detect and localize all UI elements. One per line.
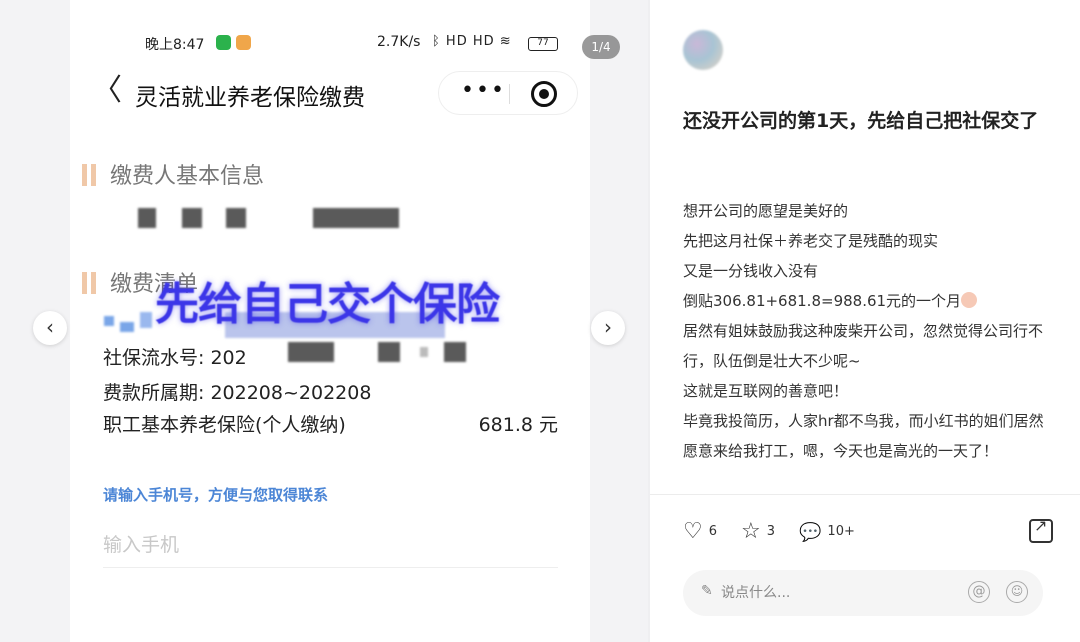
period-row: 费款所属期: 202208~202208	[103, 378, 371, 405]
collect-button[interactable]: ☆ 3	[741, 517, 775, 547]
network-speed: 2.7K/s	[377, 34, 421, 50]
section-payer-info-label: 缴费人基本信息	[110, 164, 265, 189]
mini-program-navbar: 〈 灵活就业养老保险缴费 •••	[70, 66, 590, 118]
post-line: 又是一分钱收入没有	[683, 262, 819, 280]
collect-count: 3	[766, 524, 776, 539]
period-value: 202208~202208	[210, 382, 372, 404]
share-icon[interactable]	[1029, 516, 1053, 543]
section-accent-bar	[91, 272, 96, 294]
status-bar: 晚上8:47 2.7K/s ᛒ HD HD ≋ 77	[70, 30, 590, 56]
comment-box[interactable]: ✎ @ ☺	[683, 570, 1043, 616]
pen-icon: ✎	[701, 583, 713, 599]
post-title: 还没开公司的第1天，先给自己把社保交了	[683, 110, 1039, 132]
heart-icon: ♡	[683, 519, 703, 544]
serial-number-label: 社保流水号:	[103, 347, 205, 369]
at-icon[interactable]: @	[968, 581, 990, 603]
redacted-block	[226, 208, 246, 228]
screen: 晚上8:47 2.7K/s ᛒ HD HD ≋ 77 〈 灵活就业养老保险缴费 …	[0, 0, 1080, 642]
phone-number-input[interactable]	[103, 522, 558, 568]
phone-hint: 请输入手机号，方便与您取得联系	[103, 486, 329, 504]
redacted-block	[288, 342, 334, 362]
back-arrow-icon[interactable]: 〈	[92, 76, 122, 106]
avatar[interactable]	[683, 30, 723, 70]
comment-input[interactable]	[721, 580, 941, 606]
overlay-caption: 先给自己交个保险	[155, 279, 500, 330]
like-button[interactable]: ♡ 6	[683, 517, 717, 547]
battery-icon: 77	[528, 37, 558, 51]
serial-number-value: 202	[210, 347, 247, 369]
emoji-icon	[961, 292, 978, 308]
pension-amount: 681.8 元	[478, 414, 558, 436]
chevron-left-icon[interactable]: ‹	[33, 311, 67, 345]
like-count: 6	[708, 524, 718, 539]
post-line: 居然有姐妹鼓励我这种废柴开公司，忽然觉得公司行不行，队伍倒是壮大不少呢~	[683, 322, 1044, 370]
close-target-icon[interactable]	[531, 81, 557, 107]
chevron-right-icon[interactable]: ›	[591, 311, 625, 345]
post-panel: 还没开公司的第1天，先给自己把社保交了 想开公司的愿望是美好的 先把这月社保＋养…	[650, 0, 1080, 642]
redacted-block	[444, 342, 466, 362]
section-accent-bar	[82, 164, 87, 186]
app-notification-icon	[236, 35, 251, 50]
post-line: 这就是互联网的善意吧！	[683, 382, 849, 400]
signal-wifi-icon: ᛒ HD HD ≋	[432, 34, 512, 49]
redacted-block	[313, 208, 399, 228]
image-viewer: 晚上8:47 2.7K/s ᛒ HD HD ≋ 77 〈 灵活就业养老保险缴费 …	[0, 0, 648, 642]
star-icon: ☆	[741, 519, 761, 544]
mini-program-capsule: •••	[438, 71, 578, 115]
redacted-block	[140, 312, 152, 328]
post-line-text: 倒贴306.81+681.8=988.61元的一个月	[683, 292, 962, 310]
screenshot-image: 晚上8:47 2.7K/s ᛒ HD HD ≋ 77 〈 灵活就业养老保险缴费 …	[70, 0, 590, 642]
comment-count: 10+	[827, 524, 855, 539]
section-accent-bar	[82, 272, 87, 294]
post-line: 毕竟我投简历，人家hr都不鸟我，而小红书的姐们居然愿意来给我打工，嗯，今天也是高…	[683, 412, 1044, 460]
emoji-icon[interactable]: ☺	[1006, 581, 1028, 603]
redacted-block	[182, 208, 202, 228]
redacted-block	[378, 342, 400, 362]
redacted-block	[138, 208, 156, 228]
comment-button[interactable]: 💬 10+	[799, 517, 855, 547]
comment-bubble-icon: 💬	[799, 522, 822, 543]
post-body: 想开公司的愿望是美好的 先把这月社保＋养老交了是残酷的现实 又是一分钱收入没有 …	[683, 196, 1058, 466]
redacted-block	[420, 347, 428, 357]
status-time: 晚上8:47	[145, 37, 205, 53]
engagement-bar: ♡ 6 ☆ 3 💬 10+	[683, 516, 1053, 547]
more-icon[interactable]: •••	[461, 78, 506, 103]
post-line-with-emoji: 倒贴306.81+681.8=988.61元的一个月	[683, 286, 1058, 316]
serial-number-row: 社保流水号: 202	[103, 343, 247, 370]
divider	[650, 494, 1080, 495]
redacted-block	[120, 322, 134, 332]
wechat-icon	[216, 35, 231, 50]
pension-row-label: 职工基本养老保险(个人缴纳)	[103, 414, 346, 436]
section-payer-info-title: 缴费人基本信息	[82, 158, 264, 190]
image-counter: 1/4	[582, 35, 620, 59]
period-label: 费款所属期:	[103, 382, 205, 404]
post-line: 想开公司的愿望是美好的	[683, 202, 849, 220]
redacted-block	[104, 316, 114, 326]
section-accent-bar	[91, 164, 96, 186]
capsule-divider	[509, 84, 510, 104]
page-title: 灵活就业养老保险缴费	[135, 85, 365, 111]
post-line: 先把这月社保＋养老交了是残酷的现实	[683, 232, 939, 250]
